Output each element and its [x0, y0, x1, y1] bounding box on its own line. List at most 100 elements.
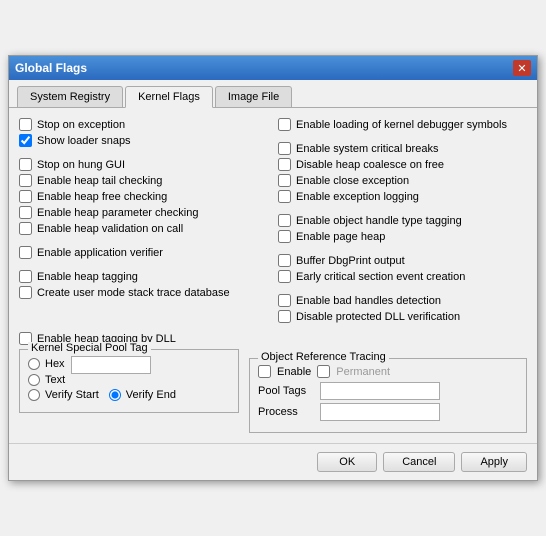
process-input[interactable] — [320, 403, 440, 421]
exception-logging-label: Enable exception logging — [296, 191, 419, 203]
title-bar: Global Flags ✕ — [9, 56, 537, 80]
app-verifier-label: Enable application verifier — [37, 247, 163, 259]
lower-right: Object Reference Tracing Enable Permanen… — [249, 332, 527, 433]
app-verifier-item: Enable application verifier — [19, 246, 268, 259]
disable-heap-coalesce-label: Disable heap coalesce on free — [296, 159, 444, 171]
bad-handles-checkbox[interactable] — [278, 294, 291, 307]
buffer-dbgprint-item: Buffer DbgPrint output — [278, 254, 527, 267]
stop-on-exception-item: Stop on exception — [19, 118, 268, 131]
bad-handles-item: Enable bad handles detection — [278, 294, 527, 307]
object-ref-tracing-group: Object Reference Tracing Enable Permanen… — [249, 358, 527, 433]
heap-tail-checking-item: Enable heap tail checking — [19, 174, 268, 187]
enable-page-heap-item: Enable page heap — [278, 230, 527, 243]
buffer-dbgprint-label: Buffer DbgPrint output — [296, 255, 405, 267]
stop-on-exception-label: Stop on exception — [37, 119, 125, 131]
heap-free-checking-checkbox[interactable] — [19, 190, 32, 203]
ok-button[interactable]: OK — [317, 452, 377, 472]
radio-verify-end-item: Verify End — [109, 389, 176, 401]
heap-free-checking-label: Enable heap free checking — [37, 191, 167, 203]
lower-section: Enable heap tagging by DLL Kernel Specia… — [19, 332, 527, 433]
stack-trace-db-item: Create user mode stack trace database — [19, 286, 268, 299]
disable-heap-coalesce-checkbox[interactable] — [278, 158, 291, 171]
heap-param-checking-item: Enable heap parameter checking — [19, 206, 268, 219]
heap-tail-checking-label: Enable heap tail checking — [37, 175, 162, 187]
radio-text[interactable] — [28, 374, 40, 386]
lower-left: Enable heap tagging by DLL Kernel Specia… — [19, 332, 239, 433]
heap-tail-checking-checkbox[interactable] — [19, 174, 32, 187]
early-critical-section-item: Early critical section event creation — [278, 270, 527, 283]
radio-verify-end[interactable] — [109, 389, 121, 401]
enable-page-heap-checkbox[interactable] — [278, 230, 291, 243]
close-button[interactable]: ✕ — [513, 60, 531, 76]
stop-on-exception-checkbox[interactable] — [19, 118, 32, 131]
radio-text-label: Text — [45, 374, 65, 386]
radio-hex-item: Hex — [28, 358, 65, 370]
radio-hex-row: Hex — [28, 356, 230, 374]
tab-kernel-flags[interactable]: Kernel Flags — [125, 86, 213, 108]
enable-row: Enable Permanent — [258, 365, 518, 378]
show-loader-snaps-item: Show loader snaps — [19, 134, 268, 147]
early-critical-section-label: Early critical section event creation — [296, 271, 465, 283]
bad-handles-label: Enable bad handles detection — [296, 295, 441, 307]
tab-bar: System Registry Kernel Flags Image File — [9, 80, 537, 108]
heap-tagging-label: Enable heap tagging — [37, 271, 138, 283]
handle-type-tagging-checkbox[interactable] — [278, 214, 291, 227]
kernel-special-pool-label: Kernel Special Pool Tag — [28, 342, 151, 354]
heap-validation-item: Enable heap validation on call — [19, 222, 268, 235]
global-flags-window: Global Flags ✕ System Registry Kernel Fl… — [8, 55, 538, 481]
tab-image-file[interactable]: Image File — [215, 86, 292, 107]
enable-close-exception-label: Enable close exception — [296, 175, 409, 187]
object-ref-enable-checkbox[interactable] — [258, 365, 271, 378]
load-kernel-dbg-label: Enable loading of kernel debugger symbol… — [296, 119, 507, 131]
object-ref-permanent-label: Permanent — [336, 366, 390, 378]
stop-on-hung-gui-checkbox[interactable] — [19, 158, 32, 171]
stack-trace-db-checkbox[interactable] — [19, 286, 32, 299]
window-title: Global Flags — [15, 61, 87, 75]
tab-system-registry[interactable]: System Registry — [17, 86, 123, 107]
disable-heap-coalesce-item: Disable heap coalesce on free — [278, 158, 527, 171]
enable-close-exception-checkbox[interactable] — [278, 174, 291, 187]
radio-verify-row: Verify Start Verify End — [28, 389, 230, 404]
sys-critical-breaks-item: Enable system critical breaks — [278, 142, 527, 155]
heap-tagging-item: Enable heap tagging — [19, 270, 268, 283]
right-column: Enable loading of kernel debugger symbol… — [278, 118, 527, 326]
heap-validation-checkbox[interactable] — [19, 222, 32, 235]
buffer-dbgprint-checkbox[interactable] — [278, 254, 291, 267]
process-label: Process — [258, 406, 316, 418]
pool-tags-input[interactable] — [320, 382, 440, 400]
early-critical-section-checkbox[interactable] — [278, 270, 291, 283]
cancel-button[interactable]: Cancel — [383, 452, 455, 472]
load-kernel-dbg-item: Enable loading of kernel debugger symbol… — [278, 118, 527, 131]
object-ref-enable-label: Enable — [277, 366, 311, 378]
heap-validation-label: Enable heap validation on call — [37, 223, 183, 235]
radio-hex-label: Hex — [45, 358, 65, 370]
kernel-special-pool-group: Kernel Special Pool Tag Hex Text — [19, 349, 239, 413]
stop-on-hung-gui-label: Stop on hung GUI — [37, 159, 125, 171]
exception-logging-checkbox[interactable] — [278, 190, 291, 203]
pool-tag-hex-input[interactable] — [71, 356, 151, 374]
disable-protected-dll-label: Disable protected DLL verification — [296, 311, 460, 323]
enable-page-heap-label: Enable page heap — [296, 231, 385, 243]
apply-button[interactable]: Apply — [461, 452, 527, 472]
radio-hex[interactable] — [28, 358, 40, 370]
show-loader-snaps-label: Show loader snaps — [37, 135, 131, 147]
show-loader-snaps-checkbox[interactable] — [19, 134, 32, 147]
handle-type-tagging-label: Enable object handle type tagging — [296, 215, 462, 227]
main-columns: Stop on exception Show loader snaps Stop… — [19, 118, 527, 326]
heap-free-checking-item: Enable heap free checking — [19, 190, 268, 203]
object-ref-permanent-checkbox[interactable] — [317, 365, 330, 378]
heap-tagging-checkbox[interactable] — [19, 270, 32, 283]
heap-param-checking-checkbox[interactable] — [19, 206, 32, 219]
radio-verify-start[interactable] — [28, 389, 40, 401]
stop-on-hung-gui-item: Stop on hung GUI — [19, 158, 268, 171]
left-column: Stop on exception Show loader snaps Stop… — [19, 118, 268, 326]
object-ref-tracing-label: Object Reference Tracing — [258, 351, 389, 363]
pool-tags-row: Pool Tags — [258, 382, 518, 400]
heap-param-checking-label: Enable heap parameter checking — [37, 207, 198, 219]
disable-protected-dll-checkbox[interactable] — [278, 310, 291, 323]
app-verifier-checkbox[interactable] — [19, 246, 32, 259]
enable-close-exception-item: Enable close exception — [278, 174, 527, 187]
sys-critical-breaks-checkbox[interactable] — [278, 142, 291, 155]
load-kernel-dbg-checkbox[interactable] — [278, 118, 291, 131]
radio-verify-start-label: Verify Start — [45, 389, 99, 401]
